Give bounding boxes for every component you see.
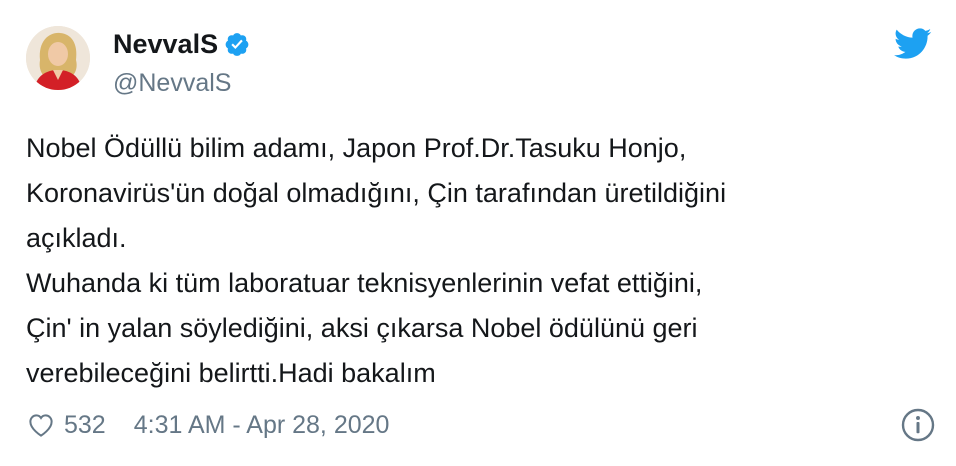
- user-handle[interactable]: @NevvalS: [113, 66, 250, 100]
- tweet-text-line: Nobel Ödüllü bilim adamı, Japon Prof.Dr.…: [26, 133, 687, 163]
- verified-badge-icon: [224, 31, 250, 57]
- tweet-text-line: Koronavirüs'ün doğal olmadığını, Çin tar…: [26, 178, 727, 208]
- avatar[interactable]: [26, 26, 90, 90]
- twitter-bird-icon[interactable]: [894, 28, 932, 60]
- tweet-text-line: Wuhanda ki tüm laboratuar teknisyenlerin…: [26, 268, 703, 298]
- user-info: NevvalS @NevvalS: [113, 26, 250, 100]
- tweet-card: NevvalS @NevvalS Nobel Ödüllü bilim adam…: [0, 0, 956, 466]
- like-count[interactable]: 532: [64, 411, 106, 440]
- avatar-image: [26, 26, 90, 90]
- info-icon[interactable]: [900, 407, 936, 443]
- tweet-timestamp[interactable]: 4:31 AM - Apr 28, 2020: [134, 411, 390, 440]
- tweet-footer: 532 4:31 AM - Apr 28, 2020: [26, 405, 936, 445]
- tweet-text-line: açıkladı.: [26, 223, 127, 253]
- tweet-text-line: Çin' in yalan söylediğini, aksi çıkarsa …: [26, 313, 698, 343]
- display-name[interactable]: NevvalS: [113, 26, 218, 62]
- tweet-text: Nobel Ödüllü bilim adamı, Japon Prof.Dr.…: [26, 126, 906, 396]
- tweet-text-line: verebileceğini belirtti.Hadi bakalım: [26, 358, 436, 388]
- name-row: NevvalS: [113, 26, 250, 62]
- heart-icon[interactable]: [26, 410, 56, 440]
